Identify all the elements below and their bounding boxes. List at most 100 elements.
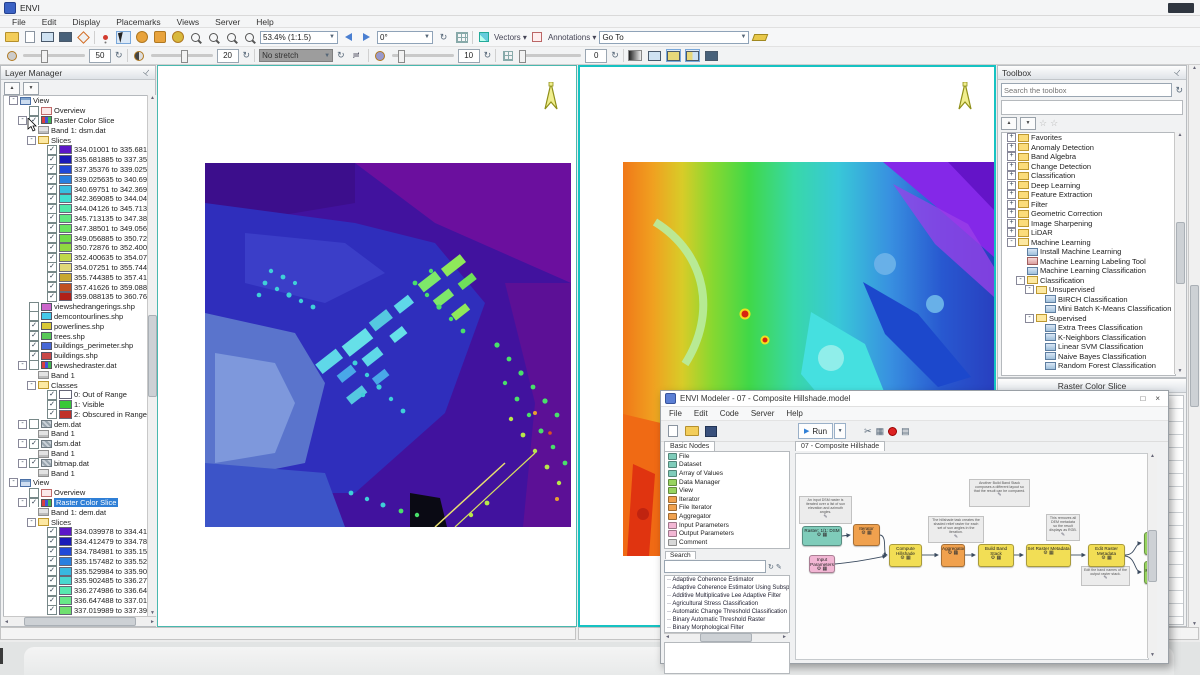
basic-node-item[interactable]: Array of Values: [665, 469, 789, 478]
layer-checkbox[interactable]: ✓: [47, 233, 57, 243]
tree-row[interactable]: ✓334.01001 to 335.6818: [4, 145, 148, 155]
tree-row[interactable]: Install Machine Learning: [1002, 247, 1175, 257]
tree-row[interactable]: ✓buildings.shp: [4, 351, 148, 361]
tree-row[interactable]: Extra Trees Classification: [1002, 323, 1175, 333]
tree-row[interactable]: -viewshedraster.dat: [4, 361, 148, 371]
layer-checkbox[interactable]: ✓: [47, 596, 57, 606]
layer-checkbox[interactable]: ✓: [47, 292, 57, 302]
tree-row[interactable]: Band 1: dsm.dat: [4, 125, 148, 135]
main-vscrollbar[interactable]: ▲▼: [1188, 65, 1200, 627]
layer-checkbox[interactable]: ✓: [47, 390, 57, 400]
tree-row[interactable]: +Feature Extraction: [1002, 190, 1175, 200]
panel-pin-icon[interactable]: ⊥: [1172, 67, 1183, 78]
tree-row[interactable]: Band 1: [4, 429, 148, 439]
layer-checkbox[interactable]: ✓: [47, 586, 57, 596]
layer-checkbox[interactable]: ✓: [47, 165, 57, 175]
tree-row[interactable]: +Filter: [1002, 200, 1175, 210]
tree-row[interactable]: ✓buildings_perimeter.shp: [4, 341, 148, 351]
modeler-menu-item[interactable]: Edit: [688, 409, 714, 418]
tree-row[interactable]: ✓powerlines.shp: [4, 321, 148, 331]
menu-item[interactable]: Views: [169, 17, 208, 27]
tree-row[interactable]: ✓354.07251 to 355.7443: [4, 263, 148, 273]
expand-all-button[interactable]: ▼: [23, 82, 39, 95]
expander-toggle[interactable]: +: [1007, 209, 1016, 218]
tree-row[interactable]: Machine Learning Classification: [1002, 266, 1175, 276]
layer-checkbox[interactable]: ✓: [29, 351, 39, 361]
tree-row[interactable]: ✓340.69751 to 342.3690: [4, 184, 148, 194]
sharpen-reset-icon[interactable]: ↻: [484, 50, 492, 61]
menu-item[interactable]: Display: [64, 17, 108, 27]
collapse-all-button[interactable]: ▲: [1001, 117, 1017, 130]
tree-row[interactable]: ✓335.529984 to 335.902: [4, 566, 148, 576]
tree-row[interactable]: Naive Bayes Classification: [1002, 352, 1175, 362]
tree-row[interactable]: -Slices: [4, 517, 148, 527]
expander-toggle[interactable]: +: [1007, 133, 1016, 142]
tree-row[interactable]: ✓334.784981 to 335.157: [4, 547, 148, 557]
flicker-icon[interactable]: [666, 49, 681, 62]
expander-toggle[interactable]: -: [18, 361, 27, 370]
record-icon[interactable]: [888, 427, 897, 436]
menu-item[interactable]: File: [4, 17, 34, 27]
tree-row[interactable]: ✓337.019989 to 337.392: [4, 605, 148, 615]
layer-tree-hscrollbar[interactable]: ◄►: [3, 616, 156, 626]
layer-manager-header[interactable]: Layer Manager ⊥: [1, 66, 155, 80]
layer-checkbox[interactable]: ✓: [29, 439, 39, 449]
set-raster-metadata-node[interactable]: Set Raster Metadata⚙ ▦: [1026, 544, 1071, 567]
search-tab[interactable]: Search: [665, 551, 696, 559]
open-file-icon[interactable]: [4, 31, 19, 44]
toolbox-header[interactable]: Toolbox ⊥: [998, 66, 1186, 80]
modeler-title-bar[interactable]: ENVI Modeler - 07 - Composite Hillshade.…: [661, 391, 1168, 407]
comment-node[interactable]: An input DSM raster is iterated over a l…: [799, 496, 852, 524]
modeler-menu-item[interactable]: Help: [780, 409, 808, 418]
envi-modeler-window[interactable]: ENVI Modeler - 07 - Composite Hillshade.…: [660, 390, 1169, 664]
expander-toggle[interactable]: -: [9, 478, 18, 487]
tree-row[interactable]: ✓349.056885 to 350.728: [4, 233, 148, 243]
layer-checkbox[interactable]: ✓: [47, 145, 57, 155]
vectors-dropdown[interactable]: Vectors ▾: [494, 33, 527, 42]
task-list-hscrollbar[interactable]: ◄►: [664, 633, 788, 640]
tree-row[interactable]: -✓bitmap.dat: [4, 458, 148, 468]
tree-row[interactable]: -Supervised: [1002, 314, 1175, 324]
tree-row[interactable]: ✓0: Out of Range: [4, 390, 148, 400]
layer-checkbox[interactable]: ✓: [47, 184, 57, 194]
edit-raster-metadata-node[interactable]: Edit Raster Metadata⚙ ▦: [1088, 544, 1125, 567]
layer-checkbox[interactable]: [29, 312, 39, 322]
tree-row[interactable]: ✓336.274986 to 336.647: [4, 586, 148, 596]
menu-item[interactable]: Edit: [34, 17, 65, 27]
tree-row[interactable]: Machine Learning Labeling Tool: [1002, 257, 1175, 267]
comment-node[interactable]: Edit the band names of the output raster…: [1081, 566, 1130, 586]
expander-toggle[interactable]: -: [1025, 285, 1034, 294]
toolbox-vscrollbar[interactable]: ▲▼: [1174, 132, 1185, 374]
tree-row[interactable]: -dem.dat: [4, 419, 148, 429]
layer-checkbox[interactable]: ✓: [29, 331, 39, 341]
brightness-reset-icon[interactable]: ↻: [115, 50, 123, 61]
basic-node-item[interactable]: File Iterator: [665, 504, 789, 513]
layer-checkbox[interactable]: [29, 302, 39, 312]
expander-toggle[interactable]: -: [18, 459, 27, 468]
sharpen-value[interactable]: 10: [458, 49, 480, 63]
tree-row[interactable]: Band 1: [4, 468, 148, 478]
transparency-slider[interactable]: [519, 54, 581, 57]
tree-row[interactable]: Overview: [4, 106, 148, 116]
layer-checkbox[interactable]: [29, 488, 39, 498]
tree-row[interactable]: -View: [4, 478, 148, 488]
previous-extent-icon[interactable]: [341, 31, 356, 44]
contrast-slider[interactable]: [151, 54, 213, 57]
zoom-fit-icon[interactable]: [242, 31, 257, 44]
tree-row[interactable]: demcontourlines.shp: [4, 312, 148, 322]
annotations-dropdown[interactable]: Annotations ▾: [548, 33, 597, 42]
layer-checkbox[interactable]: ✓: [47, 400, 57, 410]
tree-row[interactable]: Overview: [4, 488, 148, 498]
basic-node-item[interactable]: Comment: [665, 538, 789, 547]
layer-checkbox[interactable]: [29, 106, 39, 116]
contrast-reset-icon[interactable]: ↻: [243, 50, 251, 61]
remove-favorite-icon[interactable]: ☆: [1050, 118, 1058, 129]
sharpen-slider[interactable]: [392, 54, 454, 57]
task-edit-icon[interactable]: ✎: [776, 563, 782, 571]
transparency-value[interactable]: 0: [585, 49, 607, 63]
expand-all-button[interactable]: ▼: [1020, 117, 1036, 130]
layer-checkbox[interactable]: ✓: [47, 253, 57, 263]
placemark-pin-icon[interactable]: [98, 31, 113, 44]
tree-row[interactable]: ✓335.681885 to 337.352: [4, 155, 148, 165]
dsm-raster-image[interactable]: [205, 163, 571, 527]
